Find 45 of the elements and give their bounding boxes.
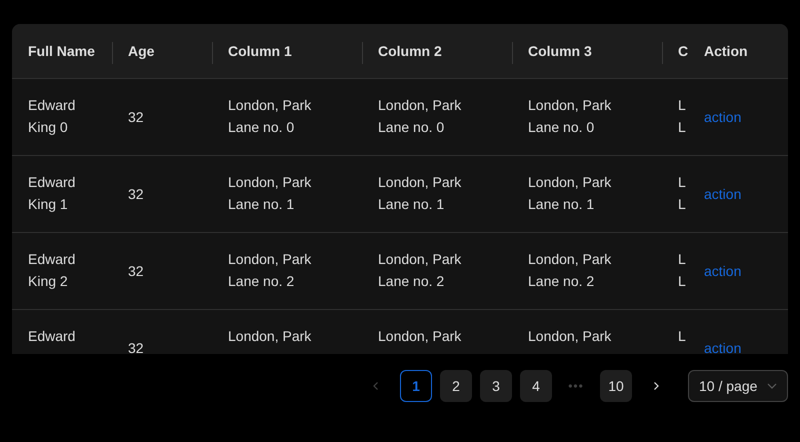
table-cell-text: London, Park Lane no. 2 [528,250,612,291]
table-cell-text: London, Park Lane no. 1 [228,173,312,214]
table-cell-text: 32 [128,339,144,354]
page-button[interactable]: 4 [520,370,552,402]
table-cell-text: L L [678,173,687,214]
table-cell-text: Edward King 1 [28,173,76,214]
column-header: Column 3 [512,24,662,78]
action-link[interactable]: action [704,340,742,354]
table-cell-text: 32 [128,262,144,281]
action-link[interactable]: action [704,109,742,125]
table-cell-text: London, Park Lane no. 1 [528,173,612,214]
column-header: Column 2 [362,24,512,78]
table-cell-text: 32 [128,108,144,127]
column-header: Column 1 [212,24,362,78]
column-header: C [662,24,694,78]
table-cell-text: London, Park Lane no. 0 [528,96,612,137]
table-cell-text: Edward [28,327,76,346]
column-header: Action [703,42,749,61]
chevron-down-icon [767,381,777,391]
page-button[interactable]: 3 [480,370,512,402]
table-cell-text: London, Park Lane no. 2 [228,250,312,291]
column-header: Full Name [27,42,96,61]
chevron-right-icon [651,381,661,391]
table-cell-text: 32 [128,185,144,204]
column-header: Age [112,24,212,78]
page-button[interactable]: 1 [400,370,432,402]
more-pages[interactable]: ••• [560,379,592,393]
page-button[interactable]: 10 [600,370,632,402]
table-cell-text: London, Park Lane no. 0 [228,96,312,137]
action-link[interactable]: action [704,263,742,279]
chevron-left-icon [371,381,381,391]
page-size-select[interactable]: 10 / page [688,370,788,402]
table-cell-text: Edward King 2 [28,250,76,291]
page-button[interactable]: 2 [440,370,472,402]
table-cell-text: Edward King 0 [28,96,76,137]
table-cell-text: London, Park Lane no. 1 [378,173,462,214]
table-cell-text: London, Park [378,327,462,346]
table-cell-text: London, Park [228,327,312,346]
table-cell-text: London, Park Lane no. 2 [378,250,462,291]
table-cell-text: London, Park Lane no. 0 [378,96,462,137]
table-cell-text: London, Park [528,327,612,346]
table-cell-text: L L [678,250,687,291]
action-link[interactable]: action [704,186,742,202]
table-cell-text: L [678,327,686,346]
table-cell-text: L L [678,96,687,137]
